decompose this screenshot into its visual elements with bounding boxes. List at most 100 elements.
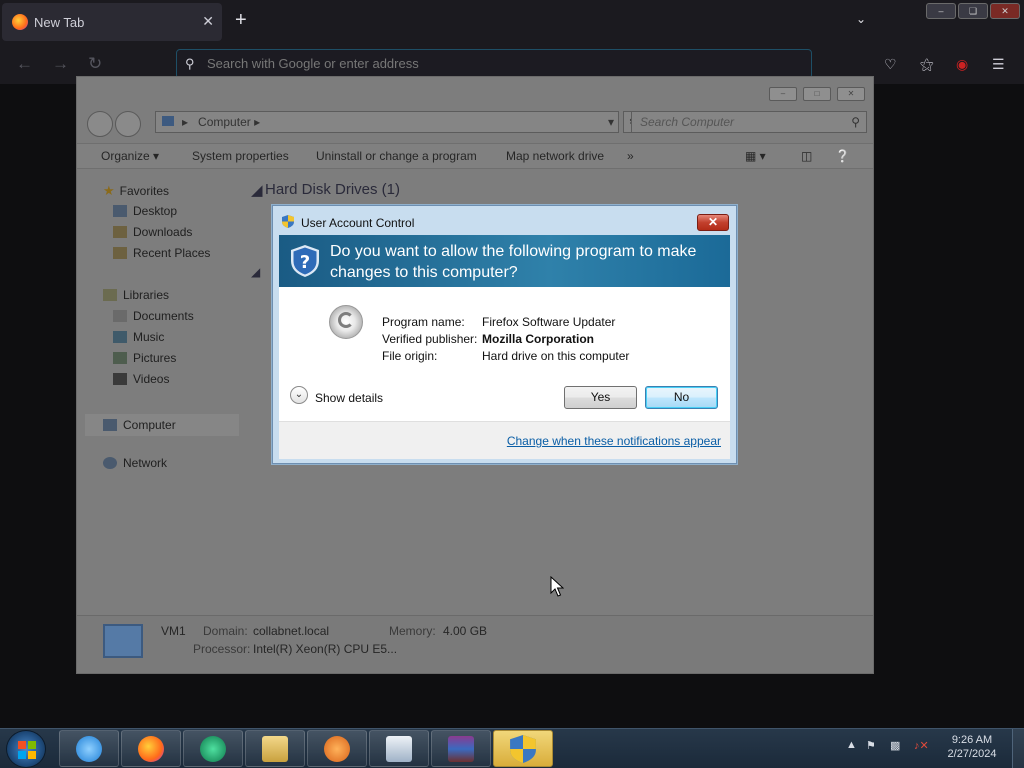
nav-network-label: Network <box>123 456 168 470</box>
network-tray-icon[interactable]: ▩ <box>890 739 900 752</box>
uac-footer: Change when these notifications appear <box>279 421 730 459</box>
mouse-cursor-icon <box>550 576 564 597</box>
view-options-icon[interactable]: ▦ ▾ <box>745 149 766 163</box>
taskbar-app-blank[interactable] <box>369 730 429 767</box>
tab-close-icon[interactable]: ✕ <box>202 13 214 30</box>
organize-menu[interactable]: Organize ▾ <box>101 149 159 163</box>
uninstall-program-button[interactable]: Uninstall or change a program <box>316 149 477 163</box>
address-text: Computer <box>198 115 251 129</box>
nav-pictures[interactable]: Pictures <box>113 351 176 365</box>
nav-documents[interactable]: Documents <box>113 309 194 323</box>
explorer-titlebar: – □ ✕ <box>77 77 873 107</box>
clock-time: 9:26 AM <box>951 734 993 746</box>
star-icon: ★ <box>103 183 115 198</box>
more-commands-button[interactable]: » <box>627 149 634 163</box>
menu-icon[interactable]: ☰ <box>992 56 1005 73</box>
nav-recent-label: Recent Places <box>133 246 211 260</box>
volume-muted-icon[interactable]: ♪✕ <box>914 739 929 752</box>
hard-disk-group-toggle-icon[interactable]: ◢ <box>251 181 263 199</box>
nav-libraries[interactable]: Libraries <box>103 288 169 302</box>
url-placeholder: Search with Google or enter address <box>207 56 419 71</box>
no-button[interactable]: No <box>645 386 718 409</box>
uac-body: ? Do you want to allow the following pro… <box>279 235 730 459</box>
libraries-icon <box>103 289 117 301</box>
taskbar-uac[interactable] <box>493 730 553 767</box>
yes-button[interactable]: Yes <box>564 386 637 409</box>
uac-close-button[interactable]: ✕ <box>697 214 729 231</box>
change-notifications-link[interactable]: Change when these notifications appear <box>507 434 721 448</box>
uac-dialog: User Account Control ✕ ? Do you want to … <box>272 205 737 464</box>
ublock-icon[interactable]: ◉ <box>956 56 968 73</box>
reload-icon[interactable]: ↻ <box>88 54 102 74</box>
extensions-icon[interactable]: ⚝ <box>920 56 934 73</box>
nav-network[interactable]: Network <box>103 456 167 470</box>
pocket-icon[interactable]: ♡ <box>884 56 897 73</box>
explorer-maximize-button[interactable]: □ <box>803 87 831 101</box>
computer-icon <box>103 624 143 658</box>
pictures-icon <box>113 352 127 364</box>
explorer-close-button[interactable]: ✕ <box>837 87 865 101</box>
nav-videos-label: Videos <box>133 372 170 386</box>
nav-desktop[interactable]: Desktop <box>113 204 177 218</box>
address-dropdown-icon[interactable]: ▾ <box>608 112 614 132</box>
explorer-search-input[interactable]: Search Computer ⚲ <box>631 111 867 133</box>
file-origin-label: File origin: <box>382 349 438 363</box>
chevron-down-icon[interactable]: ⌄ <box>290 386 308 404</box>
nav-videos[interactable]: Videos <box>113 372 169 386</box>
taskbar-winrar[interactable] <box>431 730 491 767</box>
media-player-icon <box>324 735 350 762</box>
address-chevron: ▸ <box>182 115 189 129</box>
taskbar-explorer[interactable] <box>245 730 305 767</box>
forward-button[interactable] <box>115 111 141 137</box>
explorer-minimize-button[interactable]: – <box>769 87 797 101</box>
preview-pane-icon[interactable]: ◫ <box>801 149 812 163</box>
url-bar[interactable]: ⚲ Search with Google or enter address <box>176 49 812 79</box>
list-all-tabs-icon[interactable]: ⌄ <box>856 12 866 26</box>
removable-group-toggle-icon[interactable]: ◢ <box>251 265 260 279</box>
nav-libraries-label: Libraries <box>123 288 170 302</box>
nav-computer-label: Computer <box>123 418 176 432</box>
clock-date: 2/27/2024 <box>947 748 997 760</box>
back-arrow-icon[interactable]: ← <box>16 54 33 74</box>
show-desktop-button[interactable] <box>1012 729 1024 768</box>
help-icon[interactable]: ❔ <box>835 149 850 163</box>
system-clock[interactable]: 9:26 AM 2/27/2024 <box>940 733 1004 761</box>
taskbar: ▲ ⚑ ▩ ♪✕ 9:26 AM 2/27/2024 <box>0 728 1024 768</box>
computer-icon <box>103 419 117 431</box>
address-chevron-2: ▸ <box>254 115 261 129</box>
system-properties-button[interactable]: System properties <box>192 149 289 163</box>
nav-favorites[interactable]: ★ Favorites <box>103 183 169 199</box>
search-icon: ⚲ <box>851 115 860 129</box>
firefox-icon <box>138 735 164 762</box>
tray-tray-arrow-icon[interactable]: ▲ <box>846 739 857 751</box>
restore-button[interactable]: ❏ <box>958 3 988 19</box>
new-tab-button[interactable]: + <box>235 10 247 30</box>
nav-recent-places[interactable]: Recent Places <box>113 246 210 260</box>
forward-arrow-icon[interactable]: → <box>52 54 69 74</box>
explorer-address-row: ▸ Computer ▸ ▾ ⇆ Search Computer ⚲ <box>85 109 867 137</box>
explorer-toolbar: Organize ▾ System properties Uninstall o… <box>77 143 873 169</box>
map-network-drive-button[interactable]: Map network drive <box>506 149 604 163</box>
processor-value: Intel(R) Xeon(R) CPU E5... <box>253 642 398 656</box>
taskbar-internet-explorer[interactable] <box>59 730 119 767</box>
taskbar-firefox[interactable] <box>121 730 181 767</box>
nav-music[interactable]: Music <box>113 330 164 344</box>
program-name-label: Program name: <box>382 315 465 329</box>
tab-new-tab[interactable]: New Tab ✕ <box>2 3 222 41</box>
network-icon <box>103 457 117 469</box>
address-bar[interactable]: ▸ Computer ▸ ▾ <box>155 111 619 133</box>
show-details-button[interactable]: Show details <box>315 391 383 405</box>
nav-music-label: Music <box>133 330 165 344</box>
desktop-icon <box>113 205 127 217</box>
start-button[interactable] <box>6 730 46 768</box>
window-app-icon <box>386 735 412 762</box>
program-updater-icon <box>329 305 363 339</box>
nav-downloads[interactable]: Downloads <box>113 225 192 239</box>
taskbar-app-green[interactable] <box>183 730 243 767</box>
taskbar-media-player[interactable] <box>307 730 367 767</box>
minimize-button[interactable]: – <box>926 3 956 19</box>
back-button[interactable] <box>87 111 113 137</box>
close-window-button[interactable]: ✕ <box>990 3 1020 19</box>
action-center-flag-icon[interactable]: ⚑ <box>866 739 876 752</box>
nav-computer[interactable]: Computer <box>85 414 239 436</box>
